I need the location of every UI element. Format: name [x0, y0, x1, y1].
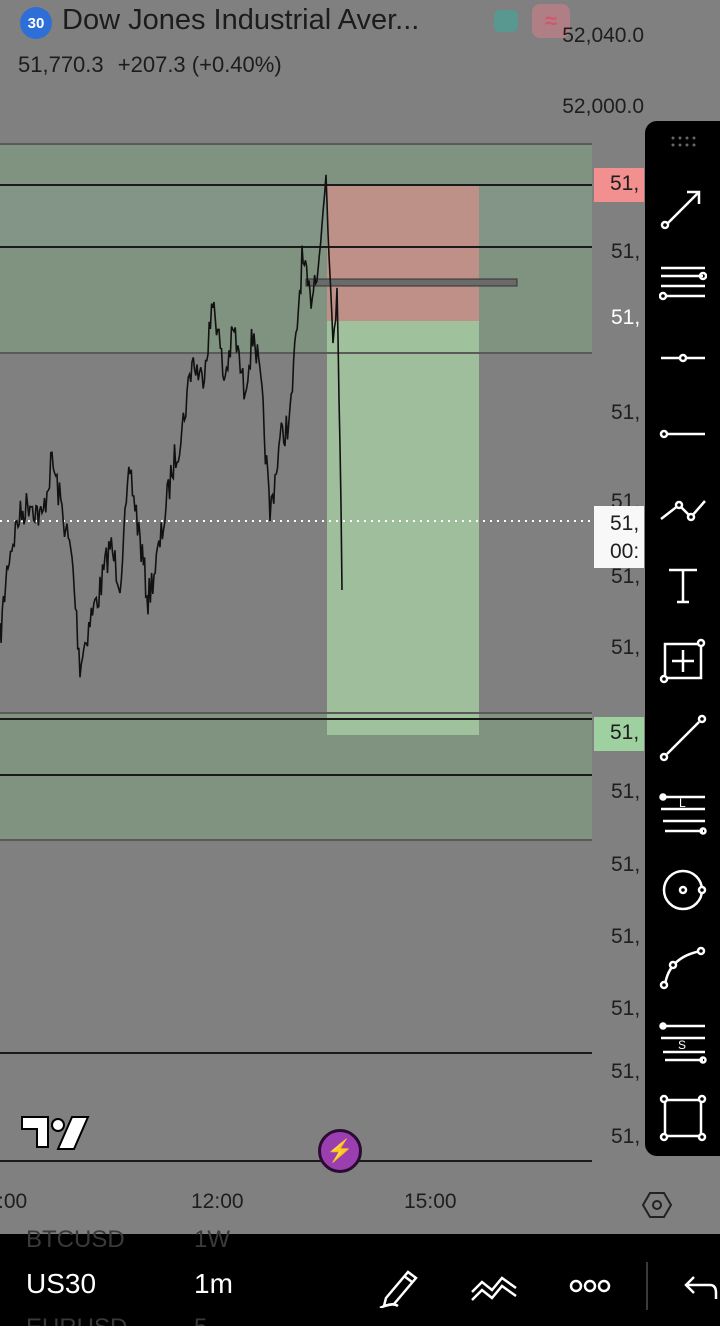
last-price: 51,770.3: [18, 52, 104, 77]
lightning-icon[interactable]: ⚡: [318, 1129, 362, 1173]
current-price-value: 51,: [610, 512, 640, 535]
time-label: 12:00: [191, 1190, 244, 1213]
price-label: 51,: [611, 1060, 641, 1083]
long-position-icon[interactable]: [659, 638, 707, 686]
price-label: 51,: [611, 997, 641, 1020]
tradingview-logo: [20, 1113, 90, 1158]
horizontal-ray-icon[interactable]: [659, 334, 707, 382]
entry-bar: [305, 278, 518, 287]
settings-hex-icon[interactable]: [641, 1190, 673, 1225]
parallel-channel-icon[interactable]: [659, 260, 707, 308]
upper-zone-inner: [0, 185, 592, 247]
trend-line-icon[interactable]: [659, 714, 707, 762]
stop-price-label: 51,: [594, 168, 644, 202]
current-price-label: 51, 00:: [594, 506, 644, 568]
svg-text:S: S: [678, 1038, 686, 1052]
ray-icon[interactable]: [659, 410, 707, 458]
ghost-symbol-below: EURUSD: [26, 1314, 127, 1326]
chart-screen[interactable]: 30 Dow Jones Industrial Aver... 51,770.3…: [0, 0, 720, 1326]
price-label: 51,: [611, 636, 641, 659]
circle-icon[interactable]: [659, 866, 707, 914]
fib-levels-icon[interactable]: L: [659, 789, 707, 837]
stop-loss-area: [327, 185, 479, 321]
current-time-value: 00:: [610, 540, 640, 563]
svg-text:L: L: [679, 796, 686, 810]
price-label: 51,: [611, 780, 641, 803]
ghost-interval-below: 5: [194, 1314, 207, 1326]
price-label: 51,: [611, 1125, 641, 1148]
time-label: :00: [0, 1190, 28, 1213]
price-label: 51,: [611, 565, 641, 588]
take-profit-area: [327, 321, 479, 735]
undo-icon[interactable]: [676, 1262, 720, 1310]
price-label: 51,: [611, 925, 641, 948]
ghost-interval-above: 1W: [194, 1226, 230, 1253]
price-summary: 51,770.3 +207.3 (+0.40%): [18, 52, 282, 78]
price-label: 51,: [611, 401, 641, 424]
indicators-icon[interactable]: [470, 1262, 518, 1310]
price-label: 51,: [611, 306, 641, 329]
curve-icon[interactable]: [659, 943, 707, 991]
text-icon[interactable]: [659, 562, 707, 610]
path-icon[interactable]: [659, 487, 707, 535]
indicator-status-icon[interactable]: [494, 10, 518, 32]
drag-handle-icon[interactable]: [669, 135, 697, 149]
drawing-toolbar: L S: [645, 121, 720, 1156]
ghost-symbol-above: BTCUSD: [26, 1226, 125, 1253]
trend-line-arrow-icon[interactable]: [659, 182, 707, 230]
time-label: 15:00: [404, 1190, 457, 1213]
interval-selector[interactable]: 1m: [194, 1268, 233, 1300]
price-label: 52,000.0: [562, 95, 644, 118]
target-price-label: 51,: [594, 717, 644, 751]
fib-speed-icon[interactable]: S: [659, 1018, 707, 1066]
draw-pen-icon[interactable]: [376, 1262, 424, 1310]
symbol-title[interactable]: Dow Jones Industrial Aver...: [62, 4, 419, 37]
more-icon[interactable]: [566, 1262, 614, 1310]
price-change: +207.3 (+0.40%): [117, 52, 282, 77]
rectangle-icon[interactable]: [659, 1094, 707, 1142]
symbol-logo[interactable]: 30: [20, 7, 52, 39]
price-label: 51,: [611, 853, 641, 876]
symbol-selector[interactable]: US30: [26, 1268, 96, 1300]
bottom-bar-divider: [646, 1262, 648, 1310]
price-label: 52,040.0: [562, 24, 644, 47]
price-label: 51,: [611, 240, 641, 263]
